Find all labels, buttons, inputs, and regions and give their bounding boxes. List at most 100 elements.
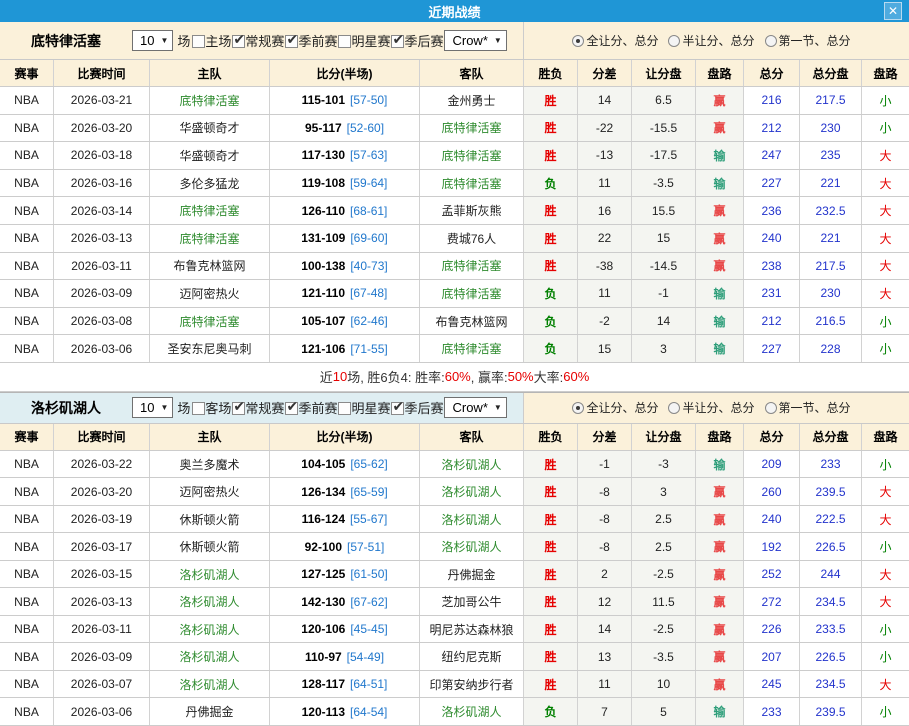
radio-unselected[interactable]: [765, 402, 777, 414]
cell-away-team-text: 底特律活塞: [441, 147, 501, 164]
cell-total-result: 小: [862, 308, 909, 335]
cell-total-line-text: 233.5: [815, 622, 845, 636]
games-suffix-label: 场: [177, 398, 190, 417]
cell-total-points: 260: [744, 478, 800, 505]
cell-total-line: 221: [800, 225, 862, 252]
cell-score-text: 121-110: [302, 286, 345, 300]
checkbox-label: 常规赛: [245, 401, 284, 416]
cell-total-result: 大: [862, 225, 909, 252]
cell-away-team: 洛杉矶湖人: [420, 533, 524, 560]
cell-total-line: 239.5: [800, 478, 862, 505]
cell-handicap-line-text: -3.5: [653, 650, 674, 664]
cell-total-line-text: 222.5: [815, 512, 845, 526]
cell-home-team: 洛杉矶湖人: [150, 561, 270, 588]
cell-point-diff-text: -38: [596, 259, 613, 273]
checkbox-label: 主场: [205, 34, 231, 49]
cell-score-text: [64-54]: [350, 705, 387, 719]
cell-handicap-line-text: -2.5: [653, 567, 674, 581]
cell-total-line: 226.5: [800, 643, 862, 670]
cell-point-diff: 14: [578, 616, 632, 643]
cell-score-text: [65-59]: [350, 485, 387, 499]
cell-total-points: 272: [744, 588, 800, 615]
cell-handicap-result: 输: [696, 280, 744, 307]
cell-total-result: 小: [862, 616, 909, 643]
cell-result: 胜: [524, 643, 578, 670]
filter-controls: 洛杉矶湖人 10 ▼ 场 客场✔常规赛✔季前赛明星赛✔季后赛 Crow* ▼: [0, 393, 524, 423]
cell-league-text: NBA: [14, 286, 39, 300]
cell-league-text: NBA: [14, 259, 39, 273]
column-header: 客队: [420, 424, 524, 450]
cell-date: 2026-03-15: [54, 561, 150, 588]
checkbox-unchecked[interactable]: [192, 402, 205, 415]
cell-handicap-result-text: 输: [713, 313, 725, 330]
summary-text: , 赢率:: [471, 367, 508, 386]
cell-home-team: 布鲁克林篮网: [150, 253, 270, 280]
cell-score-text: [61-50]: [350, 567, 387, 581]
checkbox-checked[interactable]: ✔: [285, 402, 298, 415]
checkbox-checked[interactable]: ✔: [232, 402, 245, 415]
column-header: 胜负: [524, 424, 578, 450]
cell-result: 胜: [524, 671, 578, 698]
cell-handicap-line-text: 5: [660, 705, 667, 719]
cell-total-result-text: 大: [879, 175, 891, 192]
cell-date-text: 2026-03-13: [71, 231, 132, 245]
radio-selected[interactable]: [572, 402, 584, 414]
cell-total-result: 小: [862, 643, 909, 670]
cell-result-text: 胜: [544, 119, 556, 136]
cell-total-line-text: 234.5: [815, 677, 845, 691]
cell-home-team: 洛杉矶湖人: [150, 643, 270, 670]
cell-total-line-text: 233: [820, 457, 840, 471]
cell-score-text: 100-138: [301, 259, 345, 273]
cell-handicap-result-text: 输: [713, 147, 725, 164]
cell-point-diff: 16: [578, 197, 632, 224]
lakers-filter-bar: 洛杉矶湖人 10 ▼ 场 客场✔常规赛✔季前赛明星赛✔季后赛 Crow* ▼ 全…: [0, 392, 909, 424]
checkbox-checked[interactable]: ✔: [232, 35, 245, 48]
cell-league: NBA: [0, 588, 54, 615]
cell-result-text: 胜: [544, 147, 556, 164]
cell-point-diff: 13: [578, 643, 632, 670]
games-count-select[interactable]: 10 ▼: [132, 397, 173, 418]
cell-away-team: 底特律活塞: [420, 253, 524, 280]
cell-result: 负: [524, 335, 578, 362]
cell-total-points-text: 240: [761, 231, 781, 245]
games-count-value: 10: [140, 400, 154, 415]
cell-handicap-result-text: 赢: [713, 538, 725, 555]
cell-total-line: 217.5: [800, 87, 862, 114]
cell-handicap-line: 3: [632, 478, 696, 505]
cell-result-text: 胜: [544, 676, 556, 693]
checkbox-unchecked[interactable]: [338, 402, 351, 415]
cell-result-text: 胜: [544, 92, 556, 109]
cell-total-points: 227: [744, 170, 800, 197]
checkbox-checked[interactable]: ✔: [391, 35, 404, 48]
cell-total-result-text: 大: [879, 202, 891, 219]
radio-unselected[interactable]: [668, 402, 680, 414]
checkbox-checked[interactable]: ✔: [285, 35, 298, 48]
cell-league: NBA: [0, 533, 54, 560]
cell-handicap-result: 赢: [696, 87, 744, 114]
cell-score: 95-117[52-60]: [270, 115, 420, 142]
games-count-select[interactable]: 10 ▼: [132, 30, 173, 51]
bookmaker-select[interactable]: Crow* ▼: [444, 397, 506, 418]
close-button[interactable]: ✕: [884, 2, 902, 20]
column-header: 总分盘: [800, 424, 862, 450]
checkbox-checked[interactable]: ✔: [391, 402, 404, 415]
cell-league-text: NBA: [14, 485, 39, 499]
radio-label: 全让分、总分: [586, 399, 658, 416]
check-icon: ✔: [392, 398, 404, 415]
cell-total-points: 245: [744, 671, 800, 698]
radio-unselected[interactable]: [765, 35, 777, 47]
cell-handicap-result: 赢: [696, 197, 744, 224]
cell-handicap-result: 输: [696, 698, 744, 725]
checkbox-unchecked[interactable]: [338, 35, 351, 48]
bookmaker-select[interactable]: Crow* ▼: [444, 30, 506, 51]
cell-date-text: 2026-03-21: [71, 93, 132, 107]
radio-selected[interactable]: [572, 35, 584, 47]
checkbox-unchecked[interactable]: [192, 35, 205, 48]
cell-total-result: 小: [862, 115, 909, 142]
cell-home-team-text: 底特律活塞: [179, 313, 239, 330]
cell-handicap-line-text: 3: [660, 342, 667, 356]
cell-league-text: NBA: [14, 121, 39, 135]
radio-unselected[interactable]: [668, 35, 680, 47]
chevron-down-icon: ▼: [160, 403, 168, 412]
cell-handicap-result-text: 赢: [713, 92, 725, 109]
